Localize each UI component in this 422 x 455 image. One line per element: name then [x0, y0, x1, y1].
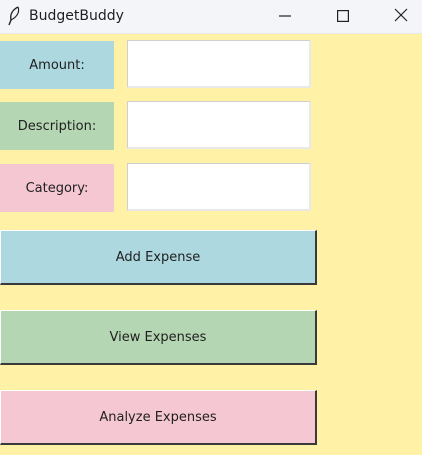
maximize-button[interactable]: [320, 0, 366, 32]
app-window: BudgetBuddy Amount: Description: Categor…: [0, 0, 422, 455]
feather-icon: [6, 6, 22, 26]
view-expenses-button[interactable]: View Expenses: [0, 310, 317, 365]
close-button[interactable]: [378, 0, 422, 32]
minimize-button[interactable]: [262, 0, 308, 32]
category-label: Category:: [0, 164, 114, 212]
amount-field[interactable]: [127, 40, 311, 88]
minimize-icon: [279, 7, 291, 26]
close-icon: [394, 7, 408, 26]
description-label: Description:: [0, 102, 114, 150]
title-bar: BudgetBuddy: [0, 0, 422, 34]
window-title: BudgetBuddy: [29, 8, 124, 24]
amount-label: Amount:: [0, 41, 114, 89]
add-expense-button[interactable]: Add Expense: [0, 230, 317, 285]
category-field[interactable]: [127, 163, 311, 211]
analyze-expenses-button[interactable]: Analyze Expenses: [0, 390, 317, 445]
maximize-icon: [337, 7, 350, 26]
description-field[interactable]: [127, 101, 311, 149]
